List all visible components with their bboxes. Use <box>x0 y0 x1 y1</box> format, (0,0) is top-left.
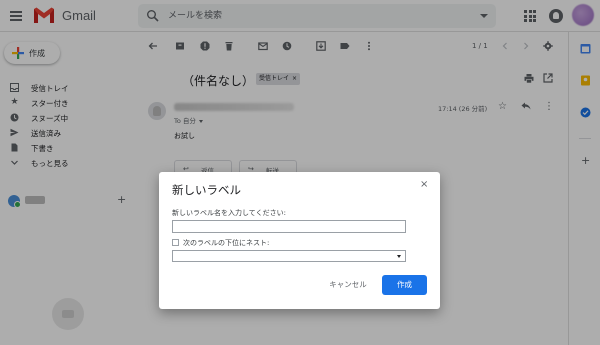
cancel-button[interactable]: キャンセル <box>322 276 374 294</box>
close-icon[interactable]: × <box>420 179 428 190</box>
dialog-title: 新しいラベル <box>172 183 241 197</box>
nest-checkbox-label[interactable]: 次のラベルの下位にネスト: <box>183 238 269 248</box>
parent-label-select[interactable] <box>172 250 406 262</box>
create-button[interactable]: 作成 <box>382 275 427 295</box>
label-name-prompt: 新しいラベル名を入力してください: <box>172 209 286 217</box>
nest-checkbox[interactable] <box>172 239 179 246</box>
new-label-dialog: 新しいラベル × 新しいラベル名を入力してください: 次のラベルの下位にネスト:… <box>159 172 440 309</box>
chevron-down-icon <box>397 255 401 258</box>
label-name-input[interactable] <box>172 220 406 233</box>
